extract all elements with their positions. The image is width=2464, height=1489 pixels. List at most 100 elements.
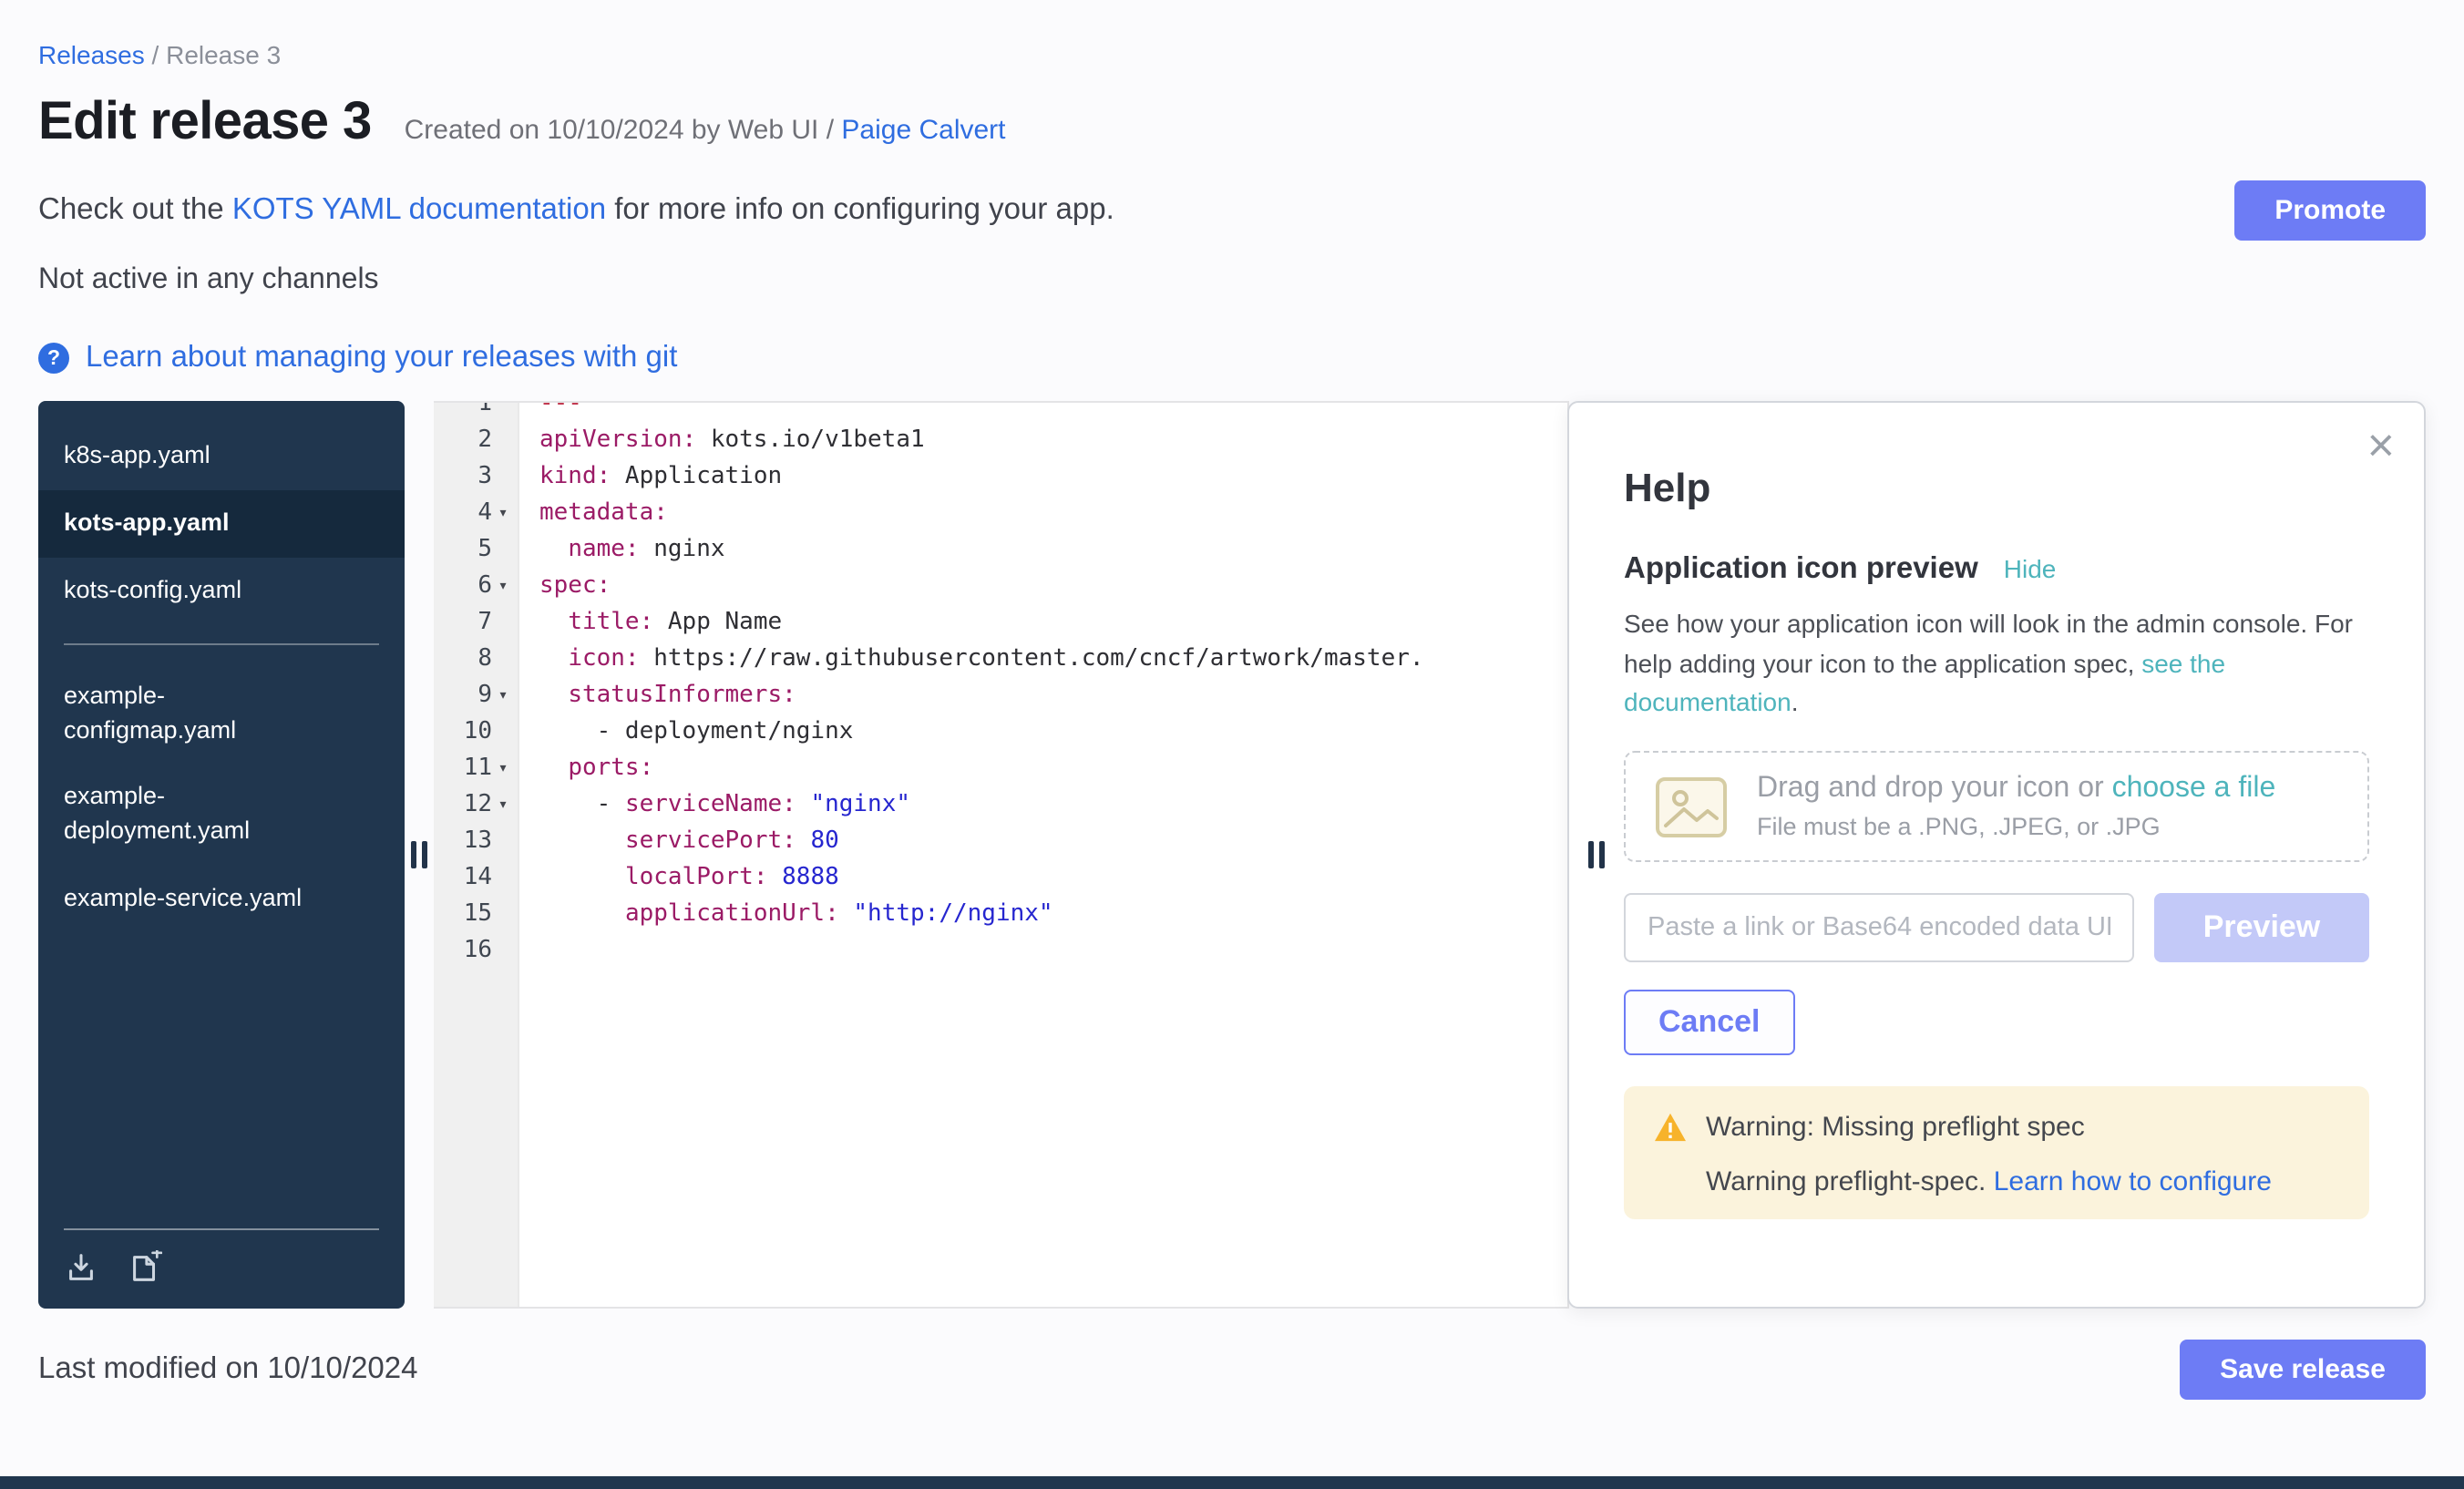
dropzone-prefix: Drag and drop your icon or bbox=[1757, 773, 2112, 804]
code-line[interactable]: - deployment/nginx bbox=[539, 714, 1424, 751]
code-line[interactable]: icon: https://raw.githubusercontent.com/… bbox=[539, 642, 1424, 678]
line-number: 6 bbox=[477, 569, 492, 605]
git-help-link[interactable]: Learn about managing your releases with … bbox=[86, 341, 677, 375]
line-number: 12 bbox=[464, 787, 492, 824]
warning-body: Warning preflight-spec. Learn how to con… bbox=[1653, 1166, 2340, 1197]
gutter-line: 9▾ bbox=[434, 678, 518, 714]
file-tree-item[interactable]: kots-app.yaml bbox=[38, 490, 405, 558]
help-panel-resize-handle[interactable] bbox=[1588, 841, 1605, 868]
git-help-row: ? Learn about managing your releases wit… bbox=[0, 297, 2464, 375]
gutter-line: 3 bbox=[434, 459, 518, 496]
dropzone-line1: Drag and drop your icon or choose a file bbox=[1757, 773, 2275, 806]
description-text: See how your application icon will look … bbox=[1624, 609, 2353, 677]
warning-body-text: Warning preflight-spec. bbox=[1706, 1166, 1994, 1197]
line-number: 4 bbox=[477, 496, 492, 532]
release-editor-workspace: k8s-app.yamlkots-app.yamlkots-config.yam… bbox=[38, 401, 2426, 1309]
image-placeholder-icon bbox=[1655, 775, 1728, 837]
page: Releases / Release 3 Edit release 3 Crea… bbox=[0, 0, 2464, 1489]
gutter-line: 6▾ bbox=[434, 569, 518, 605]
bottom-bar bbox=[0, 1476, 2464, 1489]
code-line[interactable]: apiVersion: kots.io/v1beta1 bbox=[539, 423, 1424, 459]
code-line[interactable]: name: nginx bbox=[539, 532, 1424, 569]
gutter-line: 7 bbox=[434, 605, 518, 642]
fold-caret-icon[interactable]: ▾ bbox=[492, 678, 514, 714]
file-tree-item[interactable]: example-deployment.yaml bbox=[38, 765, 405, 867]
code-line[interactable]: title: App Name bbox=[539, 605, 1424, 642]
line-number: 3 bbox=[477, 459, 492, 496]
hide-link[interactable]: Hide bbox=[2004, 554, 2057, 583]
created-line: Created on 10/10/2024 by Web UI / Paige … bbox=[405, 115, 1006, 146]
kots-yaml-docs-link[interactable]: KOTS YAML documentation bbox=[232, 193, 606, 226]
line-number: 16 bbox=[464, 933, 492, 970]
code-line[interactable]: statusInformers: bbox=[539, 678, 1424, 714]
code-lines: ---apiVersion: kots.io/v1beta1kind: Appl… bbox=[518, 401, 1424, 970]
description-suffix: . bbox=[1792, 688, 1799, 717]
channel-status: Not active in any channels bbox=[0, 241, 2464, 297]
line-number: 11 bbox=[464, 751, 492, 787]
footer: Last modified on 10/10/2024 Save release bbox=[0, 1309, 2464, 1400]
icon-preview-title: Application icon preview bbox=[1624, 552, 1978, 587]
code-line[interactable]: - serviceName: "nginx" bbox=[539, 787, 1424, 824]
fold-caret-icon[interactable]: ▾ bbox=[492, 751, 514, 787]
warning-icon bbox=[1653, 1112, 1688, 1143]
code-line[interactable] bbox=[539, 933, 1424, 970]
line-number: 5 bbox=[477, 532, 492, 569]
icon-url-row: Preview bbox=[1624, 893, 2369, 962]
cancel-button[interactable]: Cancel bbox=[1624, 990, 1795, 1055]
icon-preview-description: See how your application icon will look … bbox=[1624, 605, 2369, 724]
file-tree-item[interactable]: example-configmap.yaml bbox=[38, 662, 405, 765]
new-file-button[interactable] bbox=[128, 1250, 162, 1285]
code-line[interactable]: kind: Application bbox=[539, 459, 1424, 496]
file-tree: k8s-app.yamlkots-app.yamlkots-config.yam… bbox=[38, 401, 405, 1309]
gutter-line: 1 bbox=[434, 401, 518, 423]
gutter-line: 2 bbox=[434, 423, 518, 459]
code-line[interactable]: servicePort: 80 bbox=[539, 824, 1424, 860]
help-circle-icon: ? bbox=[38, 343, 69, 374]
help-panel: × Help Application icon preview Hide See… bbox=[1567, 401, 2426, 1309]
choose-file-link[interactable]: choose a file bbox=[2112, 773, 2276, 804]
line-number: 13 bbox=[464, 824, 492, 860]
icon-url-input[interactable] bbox=[1624, 893, 2134, 962]
promote-button[interactable]: Promote bbox=[2234, 180, 2426, 241]
breadcrumb-current: Release 3 bbox=[166, 40, 281, 69]
code-line[interactable]: localPort: 8888 bbox=[539, 860, 1424, 897]
author-link[interactable]: Paige Calvert bbox=[841, 115, 1005, 146]
breadcrumb-releases-link[interactable]: Releases bbox=[38, 40, 145, 69]
gutter-line: 5 bbox=[434, 532, 518, 569]
learn-how-to-configure-link[interactable]: Learn how to configure bbox=[1994, 1166, 2272, 1197]
code-line[interactable]: metadata: bbox=[539, 496, 1424, 532]
gutter-line: 14 bbox=[434, 860, 518, 897]
help-panel-title: Help bbox=[1624, 465, 2369, 512]
file-tree-item[interactable]: example-service.yaml bbox=[38, 866, 405, 933]
fold-caret-icon[interactable]: ▾ bbox=[492, 496, 514, 532]
last-modified-text: Last modified on 10/10/2024 bbox=[38, 1352, 418, 1387]
code-line[interactable]: ports: bbox=[539, 751, 1424, 787]
gutter-line: 15 bbox=[434, 897, 518, 933]
fold-caret-icon[interactable]: ▾ bbox=[492, 569, 514, 605]
close-icon[interactable]: × bbox=[2367, 421, 2395, 468]
upload-file-button[interactable] bbox=[64, 1250, 98, 1285]
dropzone-line2: File must be a .PNG, .JPEG, or .JPG bbox=[1757, 813, 2275, 840]
line-number: 8 bbox=[477, 642, 492, 678]
code-line[interactable]: spec: bbox=[539, 569, 1424, 605]
save-release-button[interactable]: Save release bbox=[2180, 1340, 2426, 1400]
preview-button[interactable]: Preview bbox=[2154, 893, 2369, 962]
filetree-resize-handle[interactable] bbox=[411, 841, 427, 868]
editor-rows: 1234▾56▾789▾1011▾12▾13141516 ---apiVersi… bbox=[434, 401, 1567, 970]
gutter-lines: 1234▾56▾789▾1011▾12▾13141516 bbox=[434, 401, 518, 970]
fold-caret-icon[interactable]: ▾ bbox=[492, 787, 514, 824]
line-number: 7 bbox=[477, 605, 492, 642]
gutter-line: 13 bbox=[434, 824, 518, 860]
code-line[interactable]: applicationUrl: "http://nginx" bbox=[539, 897, 1424, 933]
yaml-editor[interactable]: 1234▾56▾789▾1011▾12▾13141516 ---apiVersi… bbox=[434, 401, 1569, 1309]
code-line[interactable]: --- bbox=[539, 401, 1424, 423]
icon-preview-section-header: Application icon preview Hide bbox=[1624, 552, 2369, 587]
icon-dropzone[interactable]: Drag and drop your icon or choose a file… bbox=[1624, 751, 2369, 862]
docs-text: Check out the KOTS YAML documentation fo… bbox=[38, 193, 1114, 228]
dropzone-text: Drag and drop your icon or choose a file… bbox=[1757, 773, 2275, 840]
file-tree-item[interactable]: k8s-app.yaml bbox=[38, 423, 405, 490]
file-tree-item[interactable]: kots-config.yaml bbox=[38, 558, 405, 625]
file-tree-actions bbox=[64, 1228, 379, 1309]
docs-row: Check out the KOTS YAML documentation fo… bbox=[0, 153, 2464, 241]
gutter-line: 4▾ bbox=[434, 496, 518, 532]
